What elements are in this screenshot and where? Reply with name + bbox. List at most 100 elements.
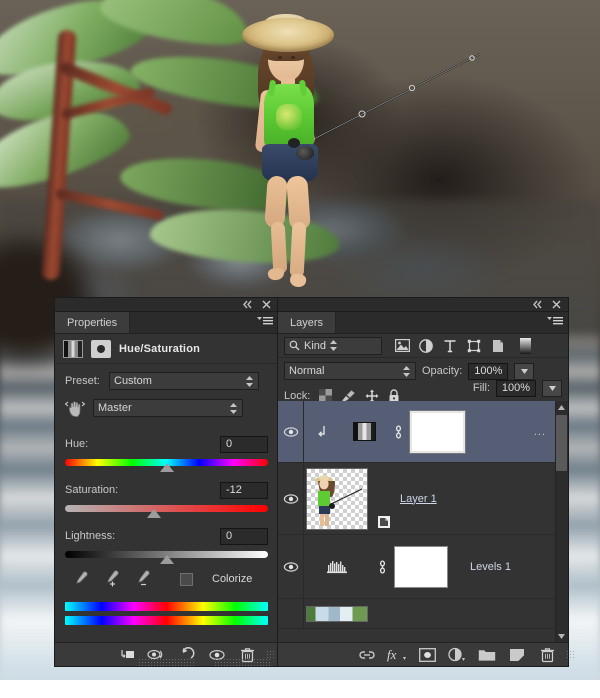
layer-visibility-toggle[interactable] <box>278 599 304 628</box>
eyedropper-icon[interactable] <box>71 570 89 588</box>
saturation-slider-track[interactable] <box>65 505 268 518</box>
smart-object-badge-icon <box>378 516 390 528</box>
layer-mask-thumbnail[interactable] <box>409 409 466 454</box>
layer-visibility-toggle[interactable] <box>278 535 304 598</box>
reel-handle <box>288 138 300 148</box>
layers-panel-titlebar <box>278 298 568 312</box>
colorize-checkbox[interactable] <box>180 572 193 586</box>
bottom-white-strip <box>0 680 600 698</box>
straw-hat <box>242 18 334 52</box>
hue-bar-output[interactable] <box>65 616 268 625</box>
collapse-double-arrow-icon[interactable] <box>532 299 543 310</box>
filter-kind-value: Kind <box>304 339 327 352</box>
layer-options-dots[interactable]: ... <box>534 426 546 438</box>
fill-stepper[interactable] <box>542 379 562 397</box>
shin-left <box>270 221 288 275</box>
search-icon <box>289 340 300 351</box>
layers-tabbar: Layers <box>278 312 568 334</box>
filter-smart-object-layers-icon[interactable] <box>486 336 510 356</box>
panel-bottom-grip[interactable] <box>214 658 270 666</box>
layer-thumbnail[interactable] <box>304 605 370 622</box>
resize-grip[interactable] <box>566 649 576 660</box>
preset-select[interactable]: Custom <box>109 372 259 390</box>
collapse-double-arrow-icon[interactable] <box>242 299 253 310</box>
panel-bottom-grip[interactable] <box>138 658 194 666</box>
new-layer-button[interactable] <box>502 643 532 667</box>
foot-right <box>289 272 307 289</box>
fill-value[interactable]: 100% <box>496 379 536 397</box>
shin-right <box>289 221 307 279</box>
panel-menu-icon[interactable] <box>547 316 563 329</box>
lightness-value-field[interactable]: 0 <box>220 527 268 545</box>
tab-properties[interactable]: Properties <box>55 312 131 333</box>
link-mask-icon[interactable] <box>386 424 410 440</box>
on-image-adjust-hand-icon[interactable] <box>65 398 87 418</box>
page-title: Hue/Saturation <box>119 342 201 355</box>
tabbar-empty <box>336 312 568 333</box>
eyedropper-add-icon[interactable] <box>102 570 120 588</box>
saturation-value-field[interactable]: -12 <box>220 481 268 499</box>
close-icon[interactable] <box>261 299 272 310</box>
filter-shape-layers-icon[interactable] <box>462 336 486 356</box>
layer-visibility-toggle[interactable] <box>278 401 304 462</box>
thigh-left <box>264 175 288 229</box>
link-layers-button[interactable] <box>352 643 382 667</box>
new-group-button[interactable] <box>472 643 502 667</box>
layer-list-scrollbar[interactable] <box>555 401 568 642</box>
fishing-reel <box>296 146 314 160</box>
layer-list[interactable]: ... Layer 1 Levels 1 <box>278 401 568 642</box>
filter-toggle-switch-icon[interactable] <box>513 336 537 356</box>
table-row[interactable]: Layer 1 <box>278 463 568 535</box>
table-row[interactable] <box>278 599 568 629</box>
hue-value-field[interactable]: 0 <box>220 435 268 453</box>
chevron-updown-icon <box>230 403 237 414</box>
tab-layers-label: Layers <box>290 316 324 329</box>
hue-slider-thumb[interactable] <box>159 463 174 472</box>
eye <box>278 56 282 59</box>
filter-pixel-layers-icon[interactable] <box>390 336 414 356</box>
lightness-slider-thumb[interactable] <box>159 555 174 564</box>
tab-layers[interactable]: Layers <box>278 312 337 333</box>
layers-panel: Layers Kind Normal Opacity: 100% Lock: .… <box>214 298 576 667</box>
properties-panel: Properties Hue/Saturation Preset: Custom… <box>55 298 278 666</box>
panel-menu-icon[interactable] <box>257 316 273 329</box>
scrollbar-thumb[interactable] <box>556 415 567 471</box>
fill-bar: Fill: 100% <box>278 375 568 401</box>
lightness-label: Lightness: <box>65 530 116 542</box>
adjustment-header: Hue/Saturation <box>55 334 278 364</box>
levels-layer-thumbnail[interactable] <box>304 559 370 575</box>
filter-type-layers-icon[interactable] <box>438 336 462 356</box>
close-icon[interactable] <box>551 299 562 310</box>
new-adjustment-layer-button[interactable] <box>442 643 472 667</box>
channel-select[interactable]: Master <box>93 399 243 417</box>
layer-filter-bar: Kind <box>278 334 568 358</box>
girl-subject <box>236 14 366 289</box>
layer-name[interactable]: Layer 1 <box>400 493 437 505</box>
table-row[interactable]: Levels 1 <box>278 535 568 599</box>
layer-thumbnail[interactable] <box>304 467 370 530</box>
hue-bar-input <box>65 602 268 611</box>
scroll-down-arrow-icon[interactable] <box>556 630 567 642</box>
filter-kind-select[interactable]: Kind <box>284 336 382 355</box>
lightness-slider-track[interactable] <box>65 551 268 564</box>
table-row[interactable]: ... <box>278 401 568 463</box>
filter-adjustment-layers-icon[interactable] <box>414 336 438 356</box>
add-layer-mask-button[interactable] <box>412 643 442 667</box>
link-mask-icon[interactable] <box>370 559 394 575</box>
saturation-slider-thumb[interactable] <box>147 509 162 518</box>
clip-to-layer-icon[interactable] <box>91 339 111 358</box>
layer-mask-thumbnail[interactable] <box>394 545 448 588</box>
saturation-slider-block: Saturation: -12 <box>55 476 278 518</box>
layer-name[interactable]: Levels 1 <box>470 561 511 573</box>
properties-body: Hue/Saturation Preset: Custom Master Hue… <box>55 334 278 650</box>
layer-style-button[interactable]: fx <box>382 643 412 667</box>
layer-visibility-toggle[interactable] <box>278 463 304 534</box>
chevron-updown-icon <box>330 340 338 351</box>
fill-label: Fill: <box>472 382 490 394</box>
eyedropper-subtract-icon[interactable] <box>133 570 151 588</box>
hue-slider-track[interactable] <box>65 459 268 472</box>
clipping-mask-arrow-icon <box>304 425 342 439</box>
scroll-up-arrow-icon[interactable] <box>556 401 567 413</box>
delete-layer-button[interactable] <box>532 643 562 667</box>
hue-saturation-layer-thumbnail[interactable] <box>342 422 386 441</box>
